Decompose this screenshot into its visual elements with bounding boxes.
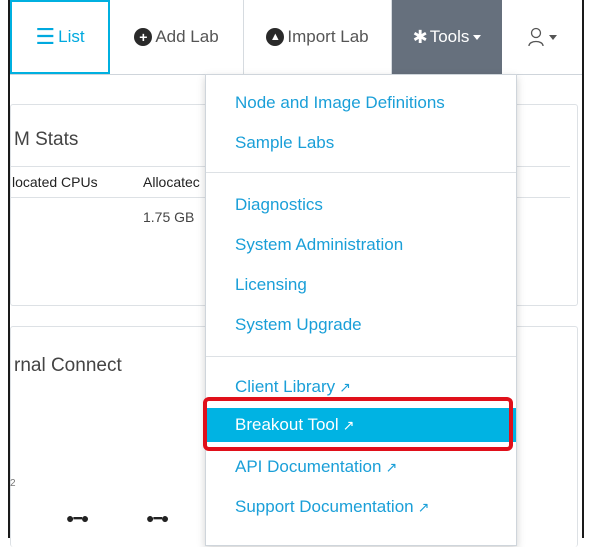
external-link-icon: ↗ [417,499,430,515]
add-lab-button[interactable]: + Add Lab [110,0,244,74]
menu-item-sample-labs[interactable]: Sample Labs [206,126,516,160]
client-library-label: Client Library [235,377,336,396]
gear-icon: ✱ [412,26,428,47]
user-icon [528,27,544,47]
import-lab-label: Import Lab [287,27,369,46]
breakout-tool-label: Breakout Tool [235,415,339,434]
tools-label: Tools [429,27,470,46]
menu-item-api-documentation[interactable]: API Documentation ↗ [206,450,516,484]
menu-item-node-and-image-definitions[interactable]: Node and Image Definitions [206,86,516,120]
list-button[interactable]: ☰ List [10,0,110,74]
api-documentation-label: API Documentation [235,457,382,476]
support-documentation-label: Support Documentation [235,497,414,516]
external-link-icon: ↗ [342,417,355,433]
menu-item-client-library[interactable]: Client Library ↗ [206,370,516,404]
chevron-down-icon [549,34,557,40]
tools-menu-button[interactable]: ✱ Tools [392,0,502,74]
menu-item-system-administration[interactable]: System Administration [206,228,516,262]
node-link-icon: ●━● [146,510,169,526]
frame-right-edge [582,0,584,538]
external-connect-title: rnal Connect [14,355,122,376]
menu-divider [206,172,516,173]
stats-panel-title: M Stats [14,129,79,150]
import-lab-button[interactable]: ▲ Import Lab [244,0,392,74]
external-link-icon: ↗ [339,379,351,395]
node-link-icon: ●━● [66,510,89,526]
chevron-down-icon [473,34,482,40]
menu-item-breakout-tool[interactable]: Breakout Tool ↗ [206,408,516,442]
user-menu-button[interactable] [502,0,582,74]
plus-circle-icon: + [134,28,153,46]
menu-divider [206,356,516,357]
menu-item-diagnostics[interactable]: Diagnostics [206,188,516,222]
tiny-number: 2 [10,478,16,489]
list-icon: ☰ [35,24,56,49]
list-label: List [58,27,85,46]
add-lab-label: Add Lab [155,27,219,46]
menu-item-system-upgrade[interactable]: System Upgrade [206,308,516,342]
column-header-allocated: Allocatec [143,174,200,190]
external-link-icon: ↗ [385,459,398,475]
allocated-memory-value: 1.75 GB [143,209,195,225]
menu-item-licensing[interactable]: Licensing [206,268,516,302]
upload-circle-icon: ▲ [266,28,285,46]
column-header-allocated-cpus: located CPUs [12,174,98,190]
tools-dropdown-menu: Node and Image Definitions Sample Labs D… [205,74,517,546]
menu-item-support-documentation[interactable]: Support Documentation ↗ [206,490,516,524]
